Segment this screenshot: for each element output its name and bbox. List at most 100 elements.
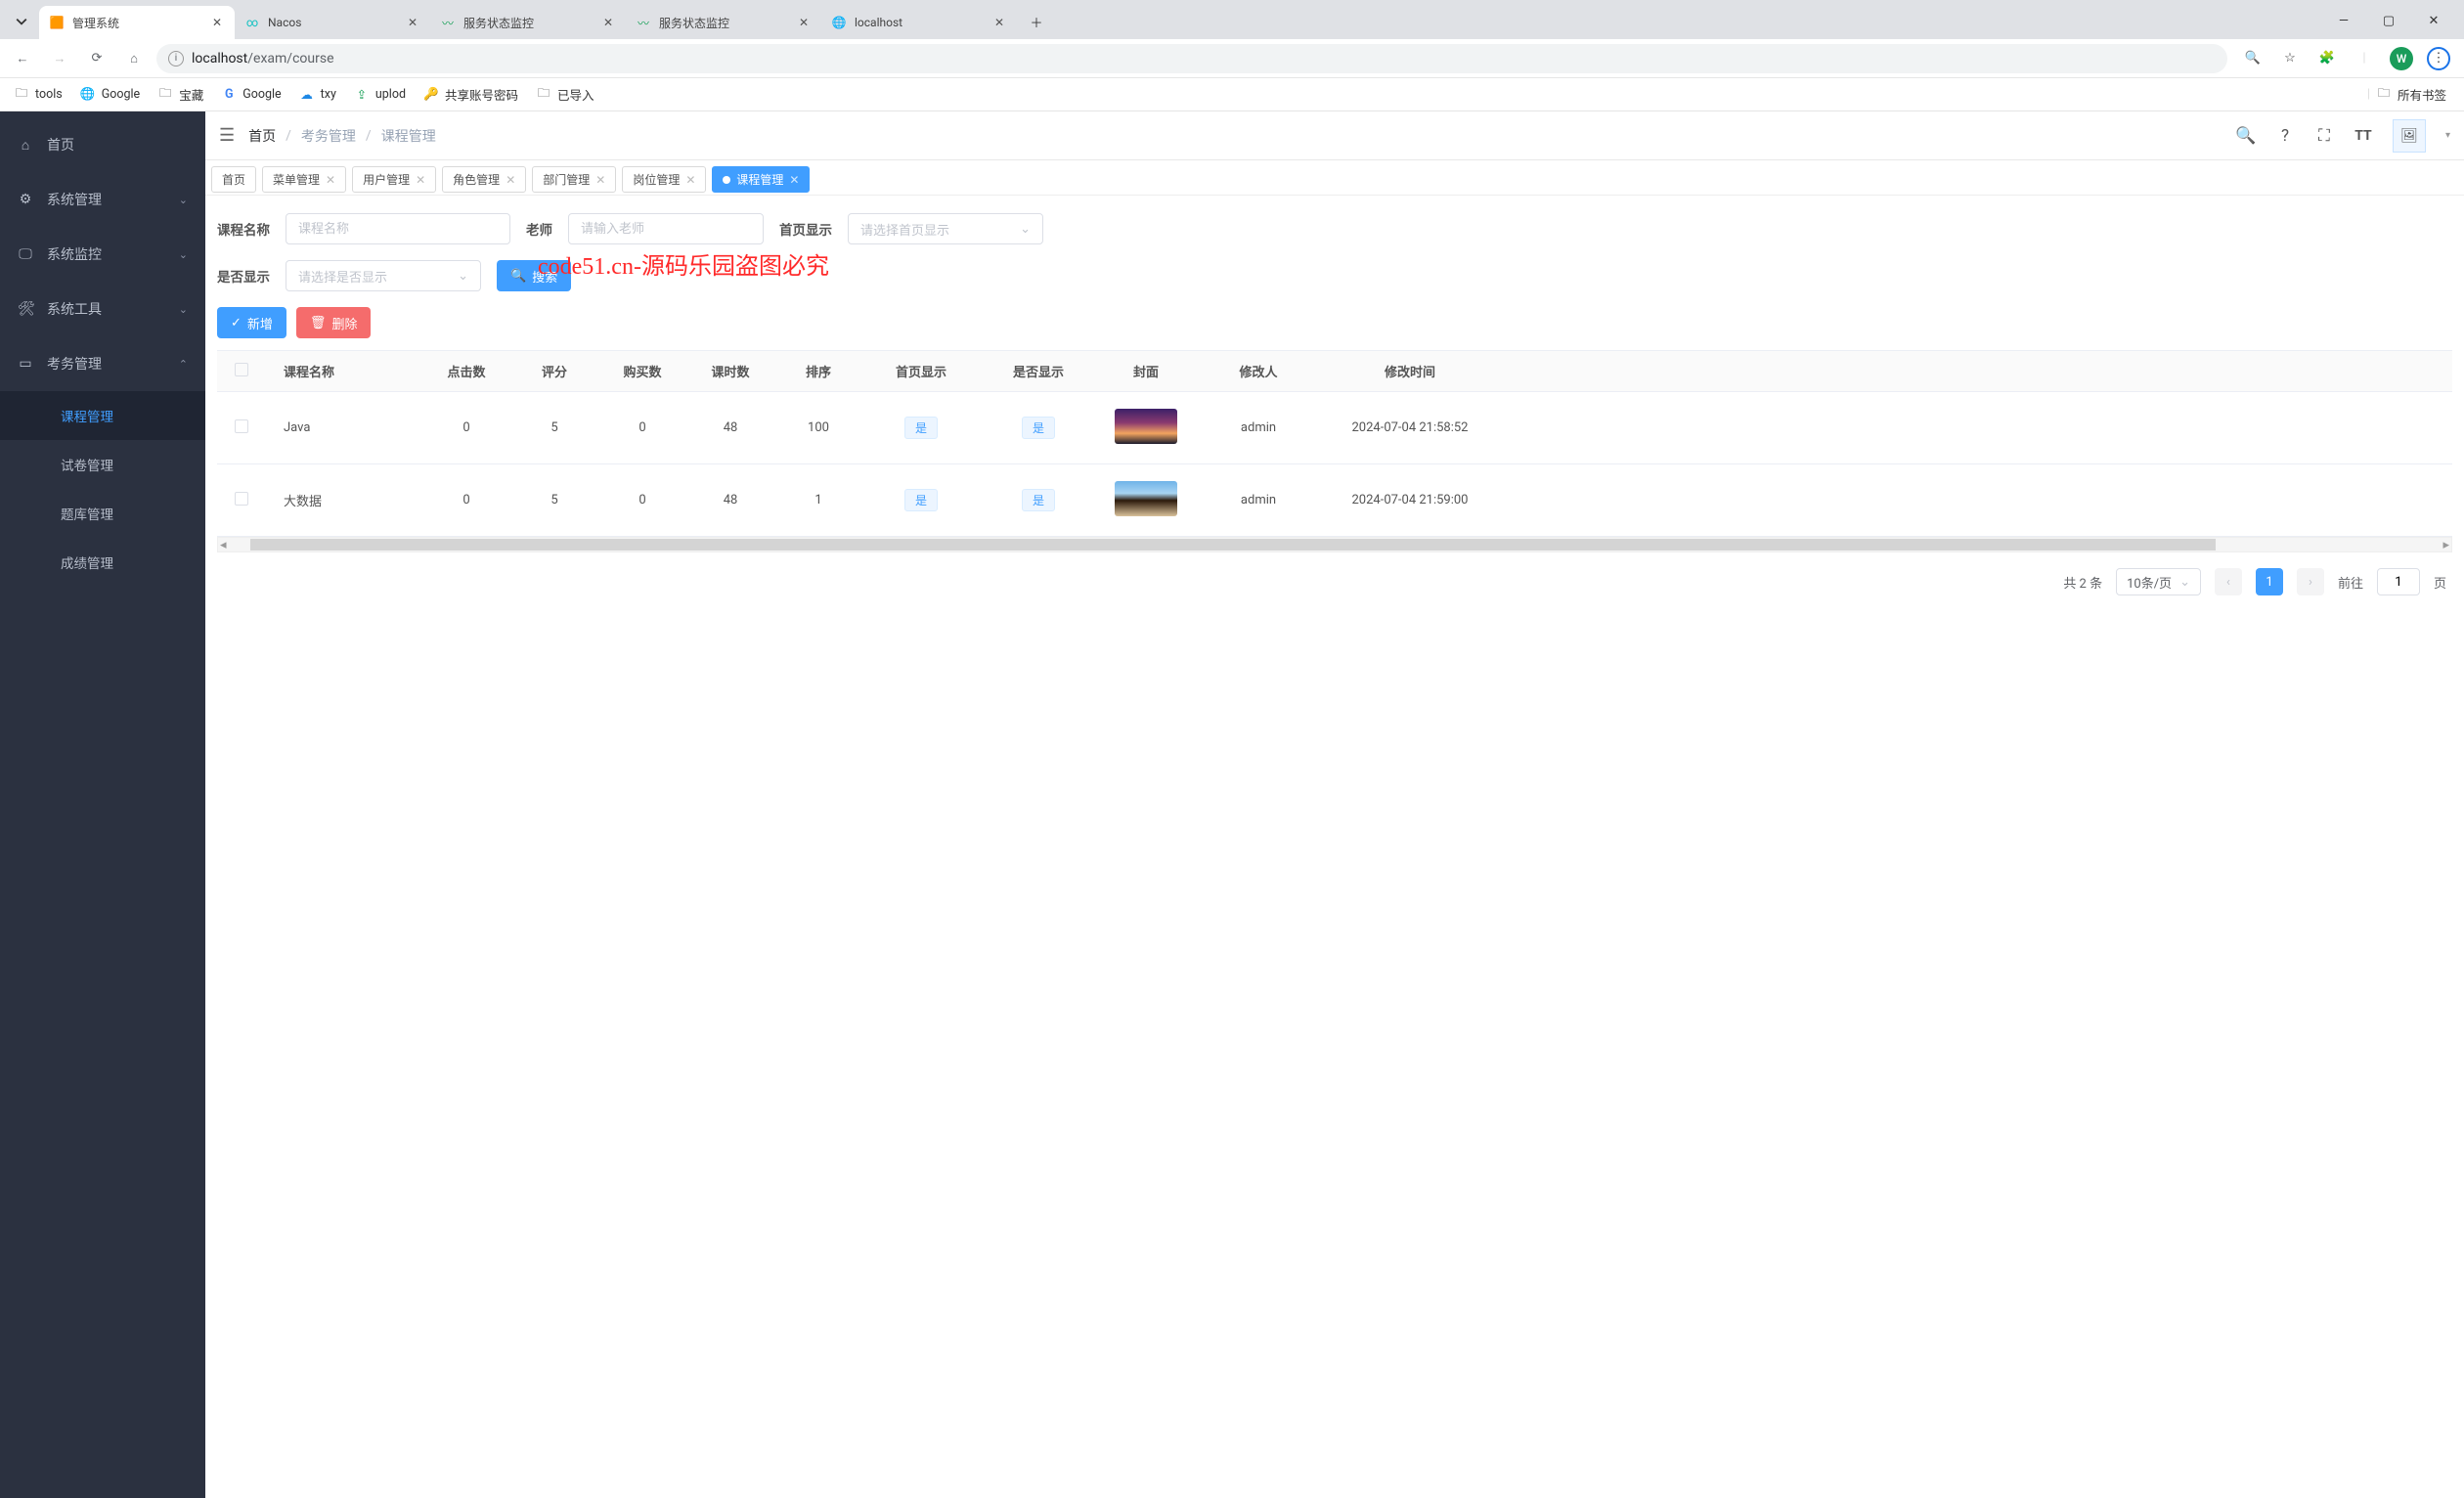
close-icon[interactable]: ✕ bbox=[595, 173, 605, 187]
user-avatar[interactable]: 🖼 bbox=[2393, 119, 2426, 153]
close-icon[interactable]: ✕ bbox=[685, 173, 695, 187]
close-icon[interactable]: ✕ bbox=[326, 173, 335, 187]
bookmark-item[interactable]: 🗀tools bbox=[14, 87, 63, 103]
search-icon[interactable]: 🔍 bbox=[2241, 47, 2265, 70]
app-tab[interactable]: 角色管理✕ bbox=[442, 166, 526, 193]
maximize-icon[interactable]: ▢ bbox=[2376, 8, 2401, 33]
tab-list-dropdown[interactable] bbox=[8, 8, 35, 35]
cover-thumbnail[interactable] bbox=[1115, 481, 1177, 516]
row-checkbox[interactable] bbox=[235, 419, 248, 433]
fullscreen-icon[interactable]: ⛶ bbox=[2314, 126, 2334, 146]
cover-thumbnail[interactable] bbox=[1115, 409, 1177, 444]
tab-title: Nacos bbox=[268, 16, 397, 29]
bookmark-item[interactable]: GGoogle bbox=[221, 87, 281, 103]
bookmark-item[interactable]: 🗀已导入 bbox=[536, 85, 594, 104]
close-icon[interactable]: ✕ bbox=[991, 15, 1007, 30]
close-icon[interactable]: ✕ bbox=[600, 15, 616, 30]
page-suffix: 页 bbox=[2434, 573, 2446, 592]
scroll-right-icon[interactable]: ▸ bbox=[2441, 538, 2451, 552]
sidebar-item-home[interactable]: ⌂ 首页 bbox=[0, 117, 205, 172]
browser-tab[interactable]: 〰 服务状态监控 ✕ bbox=[626, 6, 821, 39]
forward-button[interactable]: → bbox=[45, 44, 74, 73]
bookmark-item[interactable]: 🗀宝藏 bbox=[157, 85, 203, 104]
profile-avatar[interactable]: W bbox=[2390, 47, 2413, 70]
browser-tab[interactable]: ∞ Nacos ✕ bbox=[235, 6, 430, 39]
app-tab-active[interactable]: 课程管理✕ bbox=[712, 166, 810, 193]
close-window-icon[interactable]: ✕ bbox=[2421, 8, 2446, 33]
close-icon[interactable]: ✕ bbox=[796, 15, 812, 30]
prev-page-button[interactable]: ‹ bbox=[2215, 568, 2242, 595]
window-controls: ― ▢ ✕ bbox=[2331, 8, 2456, 39]
check-icon: ✓ bbox=[231, 316, 242, 330]
app-tab[interactable]: 部门管理✕ bbox=[532, 166, 616, 193]
sidebar-sub-paper[interactable]: 试卷管理 bbox=[0, 440, 205, 489]
extensions-icon[interactable]: 🧩 bbox=[2315, 47, 2339, 70]
sidebar-sub-course[interactable]: 课程管理 bbox=[0, 391, 205, 440]
new-tab-button[interactable]: ＋ bbox=[1023, 8, 1050, 35]
sidebar-item-tools[interactable]: 🛠 系统工具 ⌄ bbox=[0, 282, 205, 336]
course-name-input[interactable] bbox=[286, 213, 510, 244]
home-display-select[interactable]: 请选择首页显示⌄ bbox=[848, 213, 1043, 244]
bookmark-item[interactable]: ⇪uplod bbox=[354, 87, 406, 103]
home-button[interactable]: ⌂ bbox=[119, 44, 149, 73]
breadcrumb-home[interactable]: 首页 bbox=[248, 126, 276, 146]
row-checkbox[interactable] bbox=[235, 492, 248, 506]
sidebar-sub-question[interactable]: 题库管理 bbox=[0, 489, 205, 538]
teacher-input[interactable] bbox=[568, 213, 764, 244]
next-page-button[interactable]: › bbox=[2297, 568, 2324, 595]
app-tab[interactable]: 用户管理✕ bbox=[352, 166, 436, 193]
close-icon[interactable]: ✕ bbox=[405, 15, 420, 30]
cell-name: 大数据 bbox=[266, 491, 422, 509]
address-bar[interactable]: i localhost/exam/course bbox=[156, 44, 2227, 73]
show-tag: 是 bbox=[1022, 417, 1055, 439]
horizontal-scrollbar[interactable]: ◂ ▸ bbox=[217, 537, 2452, 552]
bookmark-item[interactable]: 🌐Google bbox=[80, 87, 140, 103]
select-all-checkbox[interactable] bbox=[235, 363, 248, 376]
bookmark-star-icon[interactable]: ☆ bbox=[2278, 47, 2302, 70]
reload-button[interactable]: ⟳ bbox=[82, 44, 111, 73]
page-number-current[interactable]: 1 bbox=[2256, 568, 2283, 595]
search-button[interactable]: 🔍搜索 bbox=[497, 260, 571, 291]
breadcrumb-mid[interactable]: 考务管理 bbox=[301, 126, 356, 146]
close-icon[interactable]: ✕ bbox=[506, 173, 515, 187]
search-icon[interactable]: 🔍 bbox=[2236, 126, 2256, 146]
home-tag: 是 bbox=[904, 417, 938, 439]
browser-menu-button[interactable]: ⋮ bbox=[2427, 47, 2450, 70]
close-icon[interactable]: ✕ bbox=[789, 173, 799, 187]
back-button[interactable]: ← bbox=[8, 44, 37, 73]
delete-button[interactable]: 🗑删除 bbox=[296, 307, 372, 338]
page-size-select[interactable]: 10条/页⌄ bbox=[2116, 568, 2201, 595]
menu-toggle-icon[interactable]: ☰ bbox=[219, 125, 235, 146]
close-icon[interactable]: ✕ bbox=[416, 173, 425, 187]
app-tab[interactable]: 首页 bbox=[211, 166, 256, 193]
add-button[interactable]: ✓新增 bbox=[217, 307, 286, 338]
scroll-left-icon[interactable]: ◂ bbox=[218, 538, 229, 552]
sidebar-item-exam[interactable]: ▭ 考务管理 ⌃ bbox=[0, 336, 205, 391]
trash-icon: 🗑 bbox=[310, 316, 327, 330]
browser-tab[interactable]: 〰 服务状态监控 ✕ bbox=[430, 6, 626, 39]
minimize-icon[interactable]: ― bbox=[2331, 8, 2356, 33]
scrollbar-thumb[interactable] bbox=[250, 539, 2216, 551]
close-icon[interactable]: ✕ bbox=[209, 15, 225, 30]
browser-tab[interactable]: 🟧 管理系统 ✕ bbox=[39, 6, 235, 39]
app-tab[interactable]: 菜单管理✕ bbox=[262, 166, 346, 193]
chevron-down-icon[interactable]: ▾ bbox=[2445, 130, 2450, 141]
tab-title: 管理系统 bbox=[72, 15, 201, 31]
all-bookmarks[interactable]: 🗀所有书签 bbox=[2376, 85, 2446, 104]
help-icon[interactable]: ? bbox=[2275, 126, 2295, 146]
bookmark-item[interactable]: 🔑共享账号密码 bbox=[423, 85, 518, 104]
sidebar-item-system[interactable]: ⚙ 系统管理 ⌄ bbox=[0, 172, 205, 227]
bookmark-item[interactable]: ☁txy bbox=[299, 87, 336, 103]
folder-icon: 🗀 bbox=[14, 87, 29, 103]
google-icon: G bbox=[221, 87, 237, 103]
site-info-icon[interactable]: i bbox=[168, 51, 184, 66]
sidebar-sub-score[interactable]: 成绩管理 bbox=[0, 538, 205, 587]
book-icon: ▭ bbox=[18, 356, 33, 372]
app-tab[interactable]: 岗位管理✕ bbox=[622, 166, 706, 193]
show-select[interactable]: 请选择是否显示⌄ bbox=[286, 260, 481, 291]
browser-tab[interactable]: 🌐 localhost ✕ bbox=[821, 6, 1017, 39]
goto-page-input[interactable] bbox=[2377, 568, 2420, 595]
tab-title: 服务状态监控 bbox=[659, 15, 788, 31]
fontsize-icon[interactable]: TT bbox=[2354, 126, 2373, 146]
sidebar-item-monitor[interactable]: 🖵 系统监控 ⌄ bbox=[0, 227, 205, 282]
